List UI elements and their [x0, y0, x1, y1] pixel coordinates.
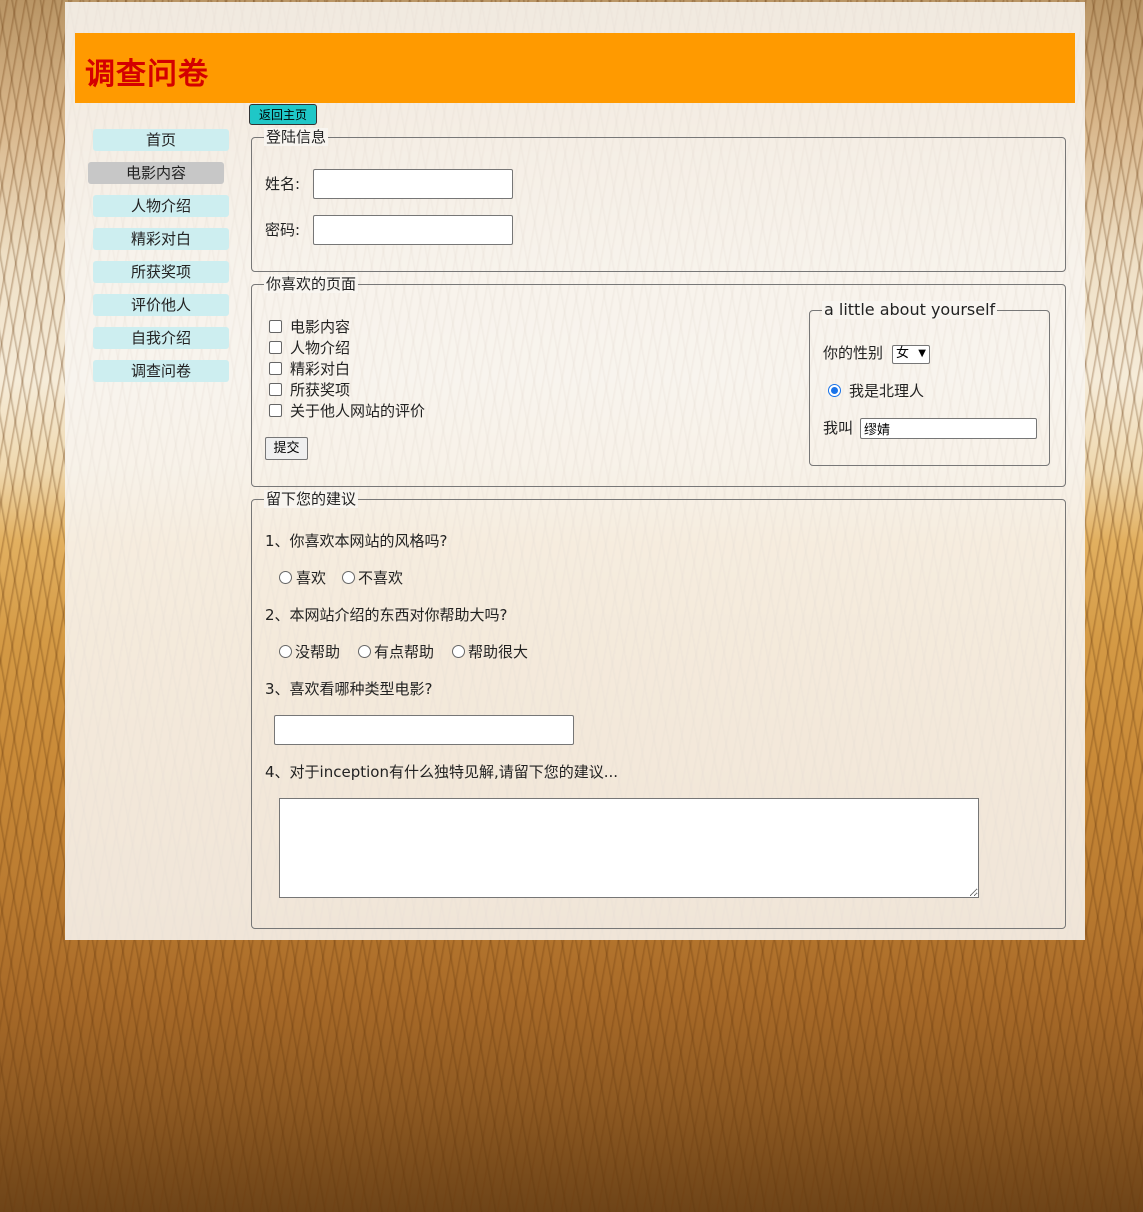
bit-radio-label: 我是北理人: [849, 382, 925, 400]
question-4: 4、对于inception有什么独特见解,请留下您的建议...: [265, 763, 619, 781]
suggest-legend: 留下您的建议: [264, 490, 359, 508]
checkbox-label: 所获奖项: [290, 381, 351, 399]
checkbox-awards[interactable]: [269, 383, 282, 396]
bit-radio[interactable]: [828, 384, 841, 397]
q1-radio-dislike[interactable]: [342, 571, 355, 584]
back-home-button[interactable]: 返回主页: [249, 104, 317, 125]
submit-button[interactable]: 提交: [265, 437, 308, 460]
gender-label: 你的性别: [823, 344, 884, 362]
checkbox-reviews[interactable]: [269, 404, 282, 417]
q2-radio-some[interactable]: [358, 645, 371, 658]
login-fieldset: 登陆信息: [251, 128, 1066, 272]
about-fieldset: a little about yourself: [809, 301, 1050, 466]
q2-radio-lots[interactable]: [452, 645, 465, 658]
checkbox-label: 人物介绍: [290, 339, 351, 357]
page-title: 调查问卷: [85, 57, 209, 92]
nav-item-about-me[interactable]: 自我介绍: [93, 327, 229, 349]
nav-item-dialogues[interactable]: 精彩对白: [93, 228, 229, 250]
my-name-label: 我叫: [823, 419, 854, 437]
checkbox-movie-content[interactable]: [269, 320, 282, 333]
checkbox-label: 精彩对白: [290, 360, 351, 378]
radio-label: 不喜欢: [358, 569, 404, 587]
nav-item-survey[interactable]: 调查问卷: [93, 360, 229, 382]
nav-item-characters[interactable]: 人物介绍: [93, 195, 229, 217]
chevron-down-icon: ▼: [918, 348, 926, 359]
gender-select-value: 女: [896, 346, 910, 361]
nav-item-home[interactable]: 首页: [93, 129, 229, 151]
password-input[interactable]: [313, 215, 513, 245]
radio-label: 有点帮助: [374, 643, 435, 661]
checkbox-dialogues[interactable]: [269, 362, 282, 375]
question-3: 3、喜欢看哪种类型电影?: [265, 680, 433, 698]
radio-label: 没帮助: [295, 643, 341, 661]
gender-select[interactable]: 女 ▼: [892, 345, 930, 364]
favorites-legend: 你喜欢的页面: [264, 275, 359, 293]
suggestion-textarea[interactable]: [279, 798, 979, 898]
checkbox-label: 电影内容: [290, 318, 351, 336]
about-legend: a little about yourself: [822, 300, 998, 319]
q2-radio-none[interactable]: [279, 645, 292, 658]
radio-label: 喜欢: [296, 569, 327, 587]
radio-label: 帮助很大: [468, 643, 529, 661]
nav-item-awards[interactable]: 所获奖项: [93, 261, 229, 283]
name-label: 姓名:: [265, 175, 301, 193]
password-label: 密码:: [265, 221, 301, 239]
movie-type-input[interactable]: [274, 715, 574, 745]
name-input[interactable]: [313, 169, 513, 199]
page-header: 调查问卷: [75, 33, 1075, 103]
my-name-input[interactable]: [860, 418, 1037, 439]
question-1: 1、你喜欢本网站的风格吗?: [265, 532, 448, 550]
nav-item-reviews[interactable]: 评价他人: [93, 294, 229, 316]
checkbox-label: 关于他人网站的评价: [290, 402, 426, 420]
q1-radio-like[interactable]: [279, 571, 292, 584]
checkbox-characters[interactable]: [269, 341, 282, 354]
question-2: 2、本网站介绍的东西对你帮助大吗?: [265, 606, 508, 624]
nav-item-movie-content[interactable]: 电影内容: [88, 162, 224, 184]
login-legend: 登陆信息: [264, 128, 329, 146]
